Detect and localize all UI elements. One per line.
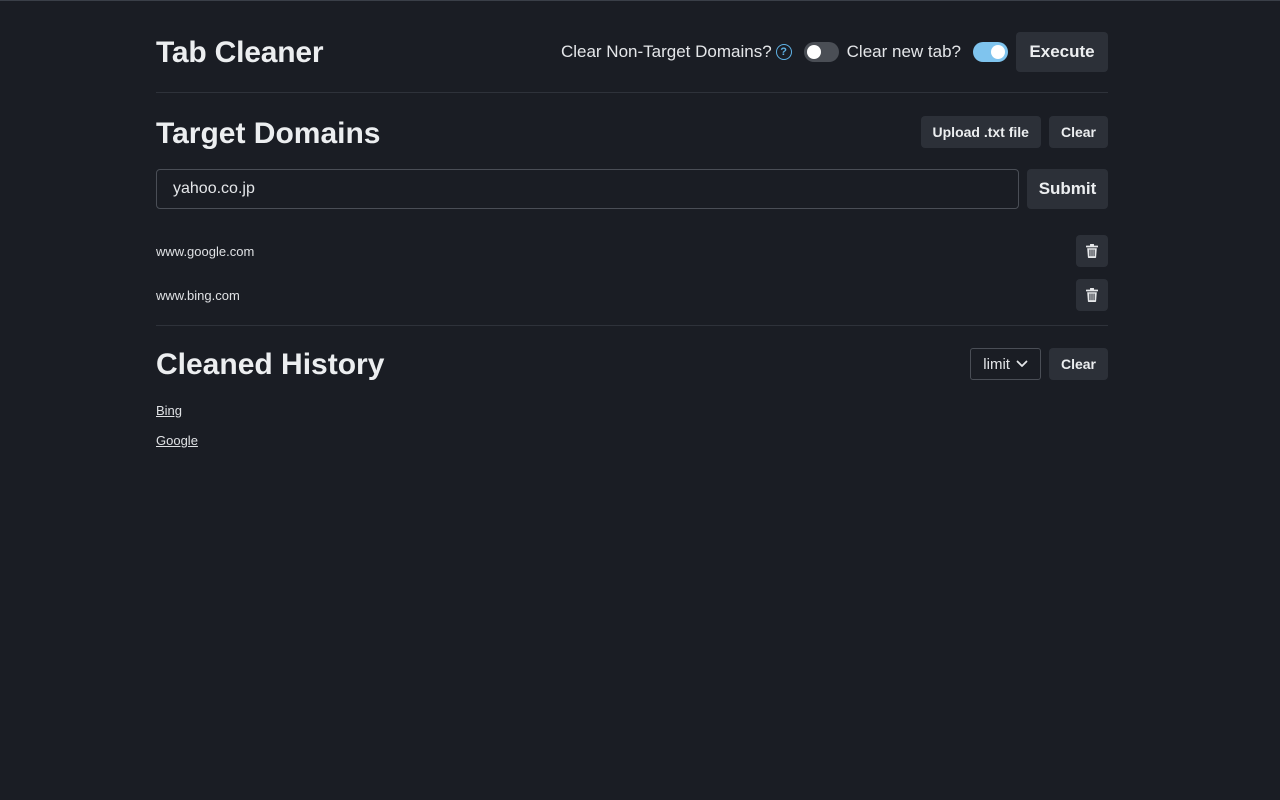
clear-history-button[interactable]: Clear	[1048, 348, 1108, 380]
clear-new-tab-label: Clear new tab?	[846, 42, 961, 61]
target-domains-section: Target Domains Upload .txt file Clear Su…	[156, 93, 1108, 326]
clear-non-target-label: Clear Non-Target Domains?	[560, 42, 772, 61]
domain-text: www.bing.com	[156, 287, 240, 303]
execute-button[interactable]: Execute	[1016, 32, 1108, 72]
clear-new-tab-toggle[interactable]	[973, 42, 1008, 62]
target-domains-title: Target Domains	[156, 117, 381, 150]
history-link[interactable]: Google	[156, 433, 198, 463]
app-header: Tab Cleaner Clear Non-Target Domains? ? …	[156, 0, 1108, 93]
domain-form: Submit	[156, 169, 1108, 209]
limit-select-label: limit	[983, 355, 1010, 373]
cleaned-history-title: Cleaned History	[156, 348, 385, 381]
history-link[interactable]: Bing	[156, 403, 198, 433]
help-icon[interactable]: ?	[775, 44, 792, 60]
delete-domain-button[interactable]	[1076, 279, 1108, 311]
trash-icon	[1086, 244, 1098, 258]
clear-non-target-toggle[interactable]	[803, 42, 839, 62]
chevron-down-icon	[1016, 360, 1028, 367]
target-domains-actions: Upload .txt file Clear	[920, 116, 1108, 148]
toggle-knob	[806, 45, 821, 59]
app-container: Tab Cleaner Clear Non-Target Domains? ? …	[156, 0, 1108, 448]
submit-button[interactable]: Submit	[1027, 169, 1108, 209]
app-title: Tab Cleaner	[156, 36, 324, 69]
header-controls: Clear Non-Target Domains? ? Clear new ta…	[561, 32, 1108, 72]
domain-list: www.google.com www.bing.com	[156, 229, 1108, 317]
delete-domain-button[interactable]	[1076, 235, 1108, 267]
domain-row: www.google.com	[156, 229, 1108, 273]
limit-select[interactable]: limit	[970, 348, 1041, 380]
domain-text: www.google.com	[156, 243, 255, 259]
history-list: Bing Google	[156, 403, 198, 463]
domain-row: www.bing.com	[156, 273, 1108, 317]
upload-txt-button[interactable]: Upload .txt file	[920, 116, 1041, 148]
cleaned-history-actions: limit Clear	[970, 348, 1108, 380]
clear-domains-button[interactable]: Clear	[1048, 116, 1108, 148]
trash-icon	[1086, 288, 1098, 302]
toggle-knob	[991, 45, 1005, 59]
domain-input[interactable]	[156, 169, 1019, 209]
